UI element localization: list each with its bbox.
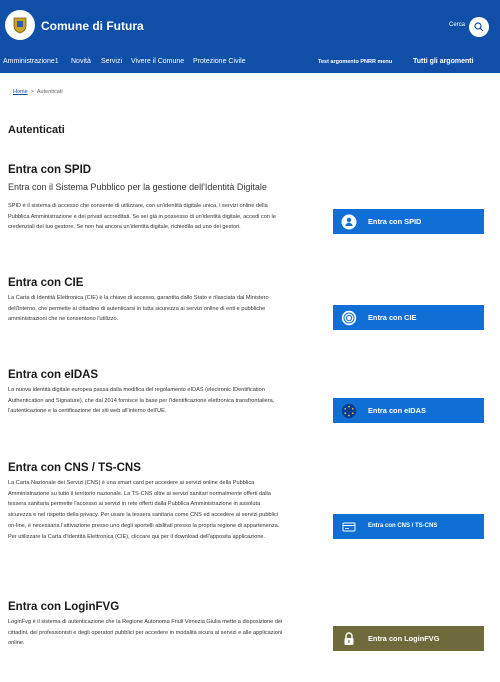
lock-icon	[340, 630, 357, 647]
eidas-section-description: La nuova identità digitale europea passa…	[8, 387, 275, 415]
eidas-login-button[interactable]: Entra con eIDAS	[333, 398, 484, 423]
spid-section-description: SPID è il sistema di accesso che consent…	[8, 203, 276, 231]
breadcrumb: Home > Autenticati	[13, 89, 63, 95]
eu-stars-icon	[340, 402, 357, 419]
cie-section-title: Entra con CIE	[8, 277, 84, 289]
nav-item-vivere-il-comune[interactable]: Vivere il Comune	[131, 58, 184, 65]
user-circle-icon	[340, 213, 357, 230]
eidas-section-title: Entra con eIDAS	[8, 369, 99, 381]
loginfvg-login-button[interactable]: Entra con LoginFVG	[333, 626, 484, 651]
page-title: Autenticati	[8, 124, 65, 136]
site-title[interactable]: Comune di Futura	[41, 19, 144, 33]
cns-section-title: Entra con CNS / TS-CNS	[8, 462, 141, 474]
card-icon	[340, 518, 357, 535]
nav-item-test-argomento-pnrr[interactable]: Test argomento PNRR menu	[318, 59, 392, 65]
nav-item-amministrazione[interactable]: Amministrazione1	[3, 58, 59, 65]
cie-icon	[340, 309, 357, 326]
cie-login-button[interactable]: Entra con CIE	[333, 305, 484, 330]
municipality-logo[interactable]	[5, 10, 35, 40]
cie-login-button-label: Entra con CIE	[368, 313, 417, 322]
nav-item-novita[interactable]: Novità	[71, 58, 91, 65]
main-navigation: Amministrazione1 Novità Servizi Vivere i…	[0, 52, 500, 73]
breadcrumb-separator: >	[30, 89, 34, 95]
breadcrumb-home-link[interactable]: Home	[13, 89, 28, 95]
loginfvg-section-description: LoginFvg è il sistema di autenticazione …	[8, 619, 283, 647]
spid-section-title: Entra con SPID	[8, 164, 92, 176]
loginfvg-section-title: Entra con LoginFVG	[8, 601, 120, 613]
search-label[interactable]: Cerca	[449, 22, 465, 28]
spid-login-button-label: Entra con SPID	[368, 217, 422, 226]
cns-login-button-label: Entra con CNS / TS-CNS	[368, 523, 438, 529]
cns-section-description: La Carta Nazionale dei Servizi (CNS) è u…	[8, 480, 280, 540]
nav-item-servizi[interactable]: Servizi	[101, 58, 122, 65]
nav-item-protezione-civile[interactable]: Protezione Civile	[193, 58, 246, 65]
coat-of-arms-icon	[13, 17, 27, 34]
eidas-login-button-label: Entra con eIDAS	[368, 406, 426, 415]
loginfvg-login-button-label: Entra con LoginFVG	[368, 634, 440, 643]
site-header: Comune di Futura Cerca	[0, 0, 500, 52]
cns-login-button[interactable]: Entra con CNS / TS-CNS	[333, 514, 484, 539]
breadcrumb-current: Autenticati	[36, 89, 63, 95]
nav-item-tutti-gli-argomenti[interactable]: Tutti gli argomenti	[413, 58, 474, 65]
cie-section-description: La Carta di Identità Elettronica (CIE) è…	[8, 295, 269, 323]
spid-section-subtitle: Entra con il Sistema Pubblico per la ges…	[8, 182, 267, 192]
spid-login-button[interactable]: Entra con SPID	[333, 209, 484, 234]
search-icon	[474, 22, 484, 32]
search-button[interactable]	[469, 17, 489, 37]
